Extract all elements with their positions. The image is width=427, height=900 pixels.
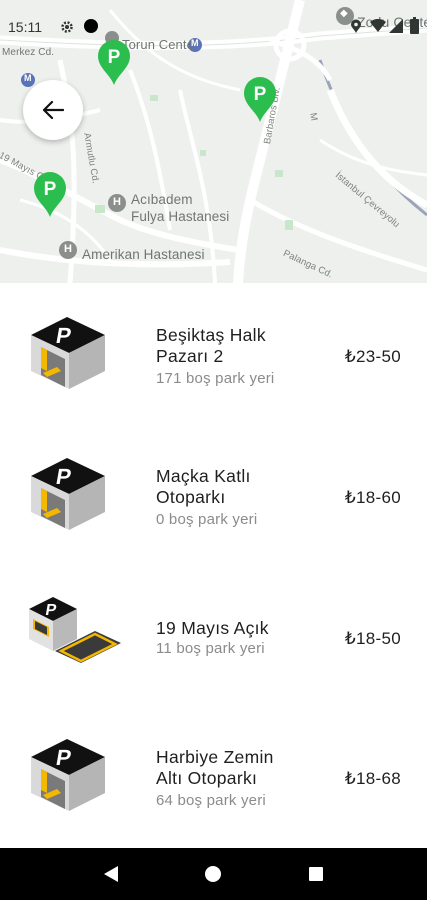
open-parking-icon: P bbox=[29, 597, 121, 663]
covered-parking-icon: P bbox=[31, 317, 105, 389]
parking-pin[interactable]: P bbox=[96, 38, 132, 86]
parking-name-line1: Maçka Katlı bbox=[156, 466, 251, 486]
system-nav-bar bbox=[0, 848, 427, 900]
back-button[interactable] bbox=[23, 80, 83, 140]
svg-text:P: P bbox=[254, 84, 267, 105]
parking-name-line1: Beşiktaş Halk bbox=[156, 325, 266, 345]
battery-icon bbox=[410, 17, 419, 34]
map-label-merkez: Merkez Cd. bbox=[2, 47, 55, 58]
gear-icon bbox=[61, 21, 73, 33]
nav-home-button[interactable] bbox=[201, 862, 225, 886]
map-label-acibadem: Acıbadem bbox=[131, 192, 193, 207]
parking-name-line2: Altı Otoparkı bbox=[156, 768, 258, 788]
hospital-icon: H bbox=[64, 243, 73, 255]
parking-name-line2: Pazarı 2 bbox=[156, 346, 224, 366]
recents-square-icon bbox=[308, 867, 323, 881]
parking-name: Maçka Katlı Otoparkı bbox=[156, 466, 251, 508]
price-range: ₺18-60 bbox=[344, 488, 401, 507]
map-view[interactable]: Zorlu Center Torun Center Merkez Cd. 19 … bbox=[0, 0, 427, 283]
svg-text:P: P bbox=[108, 47, 121, 68]
available-spots: 64 boş park yeri bbox=[156, 792, 266, 809]
parking-name: 19 Mayıs Açık bbox=[156, 618, 269, 639]
parking-list: P Beşiktaş Halk Pazarı 2 171 boş park ye… bbox=[0, 283, 427, 848]
covered-parking-icon: P bbox=[31, 458, 105, 530]
parking-name: Beşiktaş Halk Pazarı 2 bbox=[156, 325, 266, 367]
parking-name-line1: 19 Mayıs Açık bbox=[156, 618, 269, 638]
nav-recents-button[interactable] bbox=[304, 862, 328, 886]
price-range: ₺23-50 bbox=[344, 347, 401, 366]
available-spots: 0 boş park yeri bbox=[156, 511, 258, 528]
signal-icon bbox=[389, 19, 403, 33]
map-label-amerikan: Amerikan Hastanesi bbox=[82, 247, 205, 262]
parking-list-item[interactable]: P Beşiktaş Halk Pazarı 2 171 boş park ye… bbox=[0, 297, 427, 432]
parking-name-line2: Otoparkı bbox=[156, 487, 226, 507]
wifi-icon bbox=[370, 19, 386, 32]
price-range: ₺18-50 bbox=[344, 629, 401, 648]
location-icon bbox=[351, 19, 361, 33]
parking-list-item[interactable]: P Harbiye Zemin Altı Otoparkı 64 boş par… bbox=[0, 719, 427, 854]
map-roads bbox=[0, 0, 427, 283]
parking-pin[interactable]: P bbox=[242, 75, 278, 123]
arrow-left-icon bbox=[42, 100, 64, 120]
parking-list-item[interactable]: P Maçka Katlı Otoparkı 0 boş park yeri ₺… bbox=[0, 438, 427, 573]
status-time: 15:11 bbox=[8, 19, 42, 35]
parking-list-item[interactable]: P 19 Mayıs Açık 11 boş park yeri ₺18-50 bbox=[0, 579, 427, 714]
price-range: ₺18-68 bbox=[344, 769, 401, 788]
back-triangle-icon bbox=[104, 866, 119, 882]
hospital-icon: H bbox=[113, 196, 122, 208]
nav-back-button[interactable] bbox=[99, 862, 123, 886]
dot-icon bbox=[84, 19, 98, 33]
parking-pin[interactable]: P bbox=[32, 170, 68, 218]
home-circle-icon bbox=[205, 866, 222, 882]
parking-name: Harbiye Zemin Altı Otoparkı bbox=[156, 747, 274, 789]
map-label-fulya: Fulya Hastanesi bbox=[131, 209, 230, 224]
available-spots: 11 boş park yeri bbox=[156, 640, 265, 657]
covered-parking-icon: P bbox=[31, 739, 105, 811]
available-spots: 171 boş park yeri bbox=[156, 370, 275, 387]
svg-text:P: P bbox=[44, 179, 57, 200]
status-bar: 15:11 bbox=[0, 0, 427, 40]
parking-name-line1: Harbiye Zemin bbox=[156, 747, 274, 767]
metro-icon: M bbox=[24, 73, 32, 83]
